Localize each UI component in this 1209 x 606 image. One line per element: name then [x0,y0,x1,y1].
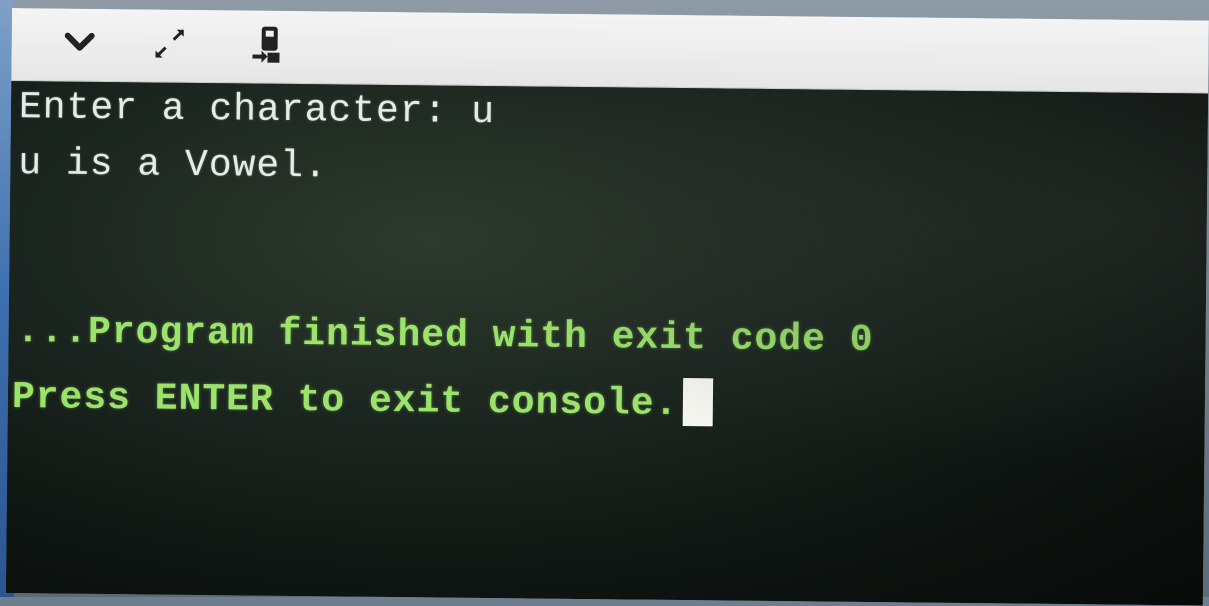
stop-icon[interactable] [247,24,287,64]
console-toolbar [11,8,1209,94]
chevron-down-icon[interactable] [59,23,99,63]
console-line: Enter a character: u [18,86,496,135]
prompt-line: Press ENTER to exit console. [11,371,713,427]
expand-icon[interactable] [149,23,189,63]
console-line: u is a Vowel. [18,142,329,189]
console-output-area[interactable]: Enter a character: u u is a Vowel. ...Pr… [5,80,1209,606]
status-line: ...Program finished with exit code 0 [16,310,874,363]
text-cursor [682,378,713,427]
console-window: Enter a character: u u is a Vowel. ...Pr… [5,8,1209,606]
prompt-text: Press ENTER to exit console. [11,376,679,426]
